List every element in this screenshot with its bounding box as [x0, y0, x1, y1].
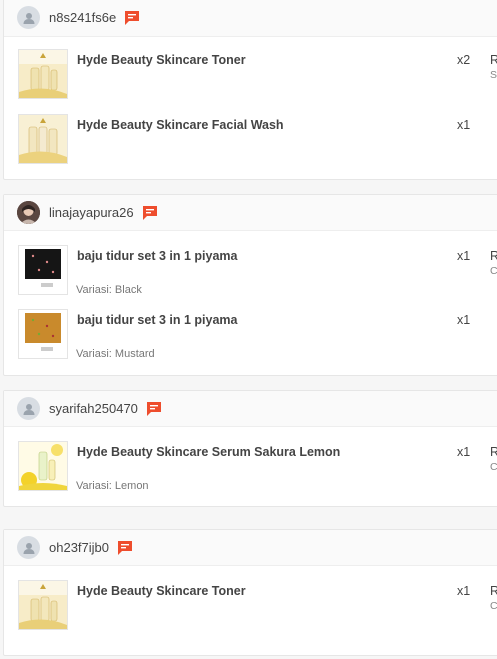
profile-photo-icon — [17, 201, 40, 224]
list-item[interactable]: Hyde Beauty Skincare Serum Sakura Lemon … — [4, 441, 497, 505]
buyer-username[interactable]: syarifah250470 — [49, 401, 138, 416]
product-variant: Variasi: Mustard — [76, 348, 155, 360]
price-column-subtext: C — [490, 265, 497, 277]
order-card: syarifah250470 Hyde Beauty Skincare Seru… — [3, 390, 497, 507]
quantity: x1 — [457, 584, 471, 598]
product-variant: Variasi: Black — [76, 284, 142, 296]
product-name[interactable]: Hyde Beauty Skincare Facial Wash — [77, 118, 284, 132]
product-thumbnail[interactable] — [18, 309, 68, 359]
list-item[interactable]: baju tidur set 3 in 1 piyama Variasi: Mu… — [4, 309, 497, 373]
user-icon — [23, 403, 34, 415]
list-item[interactable]: Hyde Beauty Skincare Facial Wash x1 — [4, 114, 497, 178]
orders-page: n8s241fs6e Hyde Beauty Skincare Toner x2… — [0, 0, 497, 659]
order-card: linajayapura26 baju tidur set 3 in 1 piy… — [3, 194, 497, 376]
quantity: x1 — [457, 118, 471, 132]
quantity: x1 — [457, 445, 471, 459]
order-items: baju tidur set 3 in 1 piyama Variasi: Bl… — [4, 231, 497, 373]
list-item[interactable]: Hyde Beauty Skincare Toner x2 R S — [4, 49, 497, 114]
price-column-text: R — [490, 445, 497, 459]
product-name[interactable]: baju tidur set 3 in 1 piyama — [77, 313, 237, 327]
price-column-subtext: C — [490, 600, 497, 612]
price-column-text: R — [490, 584, 497, 598]
price-column-text: R — [490, 53, 497, 67]
product-thumbnail[interactable] — [18, 580, 68, 630]
quantity: x1 — [457, 313, 471, 327]
quantity: x1 — [457, 249, 471, 263]
list-item[interactable]: baju tidur set 3 in 1 piyama Variasi: Bl… — [4, 245, 497, 309]
order-header: n8s241fs6e — [4, 0, 497, 37]
order-items: Hyde Beauty Skincare Toner x2 R S Hyde B… — [4, 37, 497, 178]
product-thumbnail[interactable] — [18, 49, 68, 99]
chat-icon[interactable] — [142, 205, 158, 221]
product-name[interactable]: Hyde Beauty Skincare Toner — [77, 584, 246, 598]
product-name[interactable]: Hyde Beauty Skincare Toner — [77, 53, 246, 67]
order-header: syarifah250470 — [4, 391, 497, 427]
buyer-username[interactable]: oh23f7ijb0 — [49, 540, 109, 555]
order-items: Hyde Beauty Skincare Serum Sakura Lemon … — [4, 427, 497, 505]
product-name[interactable]: Hyde Beauty Skincare Serum Sakura Lemon — [77, 445, 340, 459]
product-name[interactable]: baju tidur set 3 in 1 piyama — [77, 249, 237, 263]
order-items: Hyde Beauty Skincare Toner x1 R C — [4, 566, 497, 644]
buyer-username[interactable]: linajayapura26 — [49, 205, 134, 220]
list-item[interactable]: Hyde Beauty Skincare Toner x1 R C — [4, 580, 497, 644]
price-column-subtext: C — [490, 461, 497, 473]
quantity: x2 — [457, 53, 471, 67]
user-icon — [23, 542, 34, 554]
chat-icon[interactable] — [124, 10, 140, 26]
order-header: oh23f7ijb0 — [4, 530, 497, 566]
price-column-text: R — [490, 249, 497, 263]
product-thumbnail[interactable] — [18, 114, 68, 164]
order-card: n8s241fs6e Hyde Beauty Skincare Toner x2… — [3, 0, 497, 180]
buyer-username[interactable]: n8s241fs6e — [49, 10, 116, 25]
avatar[interactable] — [17, 536, 40, 559]
avatar[interactable] — [17, 201, 40, 224]
order-card: oh23f7ijb0 Hyde Beauty Skincare Toner x1… — [3, 529, 497, 656]
user-icon — [23, 12, 34, 24]
chat-icon[interactable] — [117, 540, 133, 556]
chat-icon[interactable] — [146, 401, 162, 417]
avatar[interactable] — [17, 397, 40, 420]
avatar[interactable] — [17, 6, 40, 29]
product-thumbnail[interactable] — [18, 245, 68, 295]
product-thumbnail[interactable] — [18, 441, 68, 491]
order-header: linajayapura26 — [4, 195, 497, 231]
price-column-subtext: S — [490, 69, 497, 81]
product-variant: Variasi: Lemon — [76, 480, 149, 492]
